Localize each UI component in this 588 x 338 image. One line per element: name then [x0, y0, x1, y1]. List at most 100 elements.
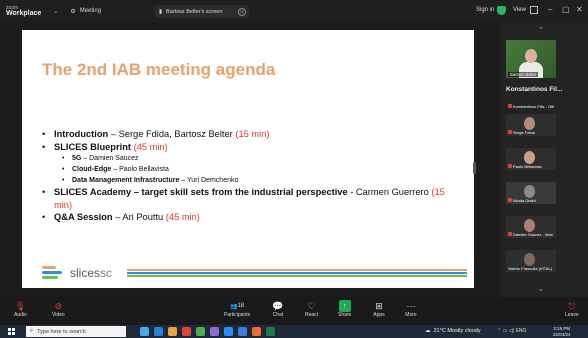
chevron-down-icon[interactable]: ⌄	[538, 285, 544, 293]
close-icon[interactable]: ✕	[576, 5, 583, 14]
leave-icon: ⎋	[568, 300, 576, 311]
agenda-item-title: Introduction	[54, 129, 109, 139]
video-panel: ⌃ Bartosz Belter Konstantinos Fil... Kon…	[500, 22, 588, 297]
agenda-item-title: SLICES Blueprint	[54, 141, 131, 152]
subitem-speaker: – Paolo Bellavista	[111, 166, 169, 173]
video-button[interactable]: ⊘ Video	[52, 300, 65, 319]
taskbar-search[interactable]: ⌕ Type here to search	[26, 326, 126, 337]
chevron-up-icon[interactable]: ⌃	[538, 26, 544, 34]
view-menu[interactable]: View	[513, 7, 526, 13]
clock-date: 22/04/24	[553, 331, 571, 337]
chat-button[interactable]: 💬 Chat	[272, 300, 284, 319]
file-explorer-icon[interactable]	[168, 327, 177, 336]
chevron-down-icon[interactable]: ⌄	[53, 8, 58, 15]
share-screen-icon: ▮	[159, 8, 163, 15]
system-tray[interactable]: ⌃ ▭ ◁) ENG	[497, 328, 526, 334]
windows-start-icon[interactable]	[8, 328, 15, 335]
participants-label: Participants	[224, 312, 251, 318]
slices-mark-icon	[42, 265, 64, 281]
participant-label: Nicola Orsini	[513, 198, 536, 203]
slices-brand-text: slicessc	[70, 266, 112, 280]
active-speaker-name: Konstantinos Fil...	[506, 86, 563, 93]
participant-name: Damien Saucez - Inria	[508, 232, 553, 237]
mic-muted-icon	[508, 198, 512, 202]
audio-button[interactable]: 🎙 Audio	[14, 300, 27, 319]
cloud-icon: ☁	[425, 328, 431, 334]
participant-name: Konstantinos Filis - Offi	[508, 104, 554, 109]
participant-name: Valerio Frascolla (VITAL)	[508, 266, 552, 271]
shared-screen-area: The 2nd IAB meeting agenda Introduction …	[0, 22, 500, 297]
panel-resize-handle[interactable]	[473, 162, 476, 174]
agenda-item: SLICES Blueprint (45 min)	[42, 141, 462, 154]
slide-title: The 2nd IAB meeting agenda	[42, 60, 276, 79]
brand-stripes	[127, 269, 467, 278]
agenda-item: Introduction – Serge Fdida, Bartosz Belt…	[42, 128, 462, 141]
zoom-taskbar-icon[interactable]	[224, 327, 233, 336]
agenda-item-speakers: – Ari Pouttu	[112, 212, 166, 222]
view-grid-icon[interactable]	[530, 6, 538, 14]
presentation-slide: The 2nd IAB meeting agenda Introduction …	[22, 30, 474, 288]
weather-widget[interactable]: ☁ 21°C Mostly cloudy	[425, 328, 481, 334]
react-button[interactable]: ♡ React	[305, 300, 318, 319]
logo-line2: Workplace	[6, 10, 42, 17]
participant-tile[interactable]: Valerio Frascolla (VITAL)	[506, 250, 556, 272]
self-name-label: Bartosz Belter	[508, 72, 539, 77]
brand-name: slices	[70, 266, 101, 280]
participant-tile[interactable]: Paolo Bellavista	[506, 148, 556, 170]
participant-label: Valerio Frascolla (VITAL)	[508, 266, 553, 271]
more-button[interactable]: ⋯ More	[405, 300, 417, 319]
mic-muted-icon	[508, 164, 512, 168]
video-off-icon: ⊘	[54, 300, 63, 311]
zoom-window: zoom Workplace ⌄ ⚙ Meeting ▮ Bartosz Bel…	[0, 0, 588, 338]
participant-tile[interactable]: Nicola Orsini	[506, 182, 556, 204]
chrome-icon[interactable]	[196, 327, 205, 336]
powerpoint-icon[interactable]	[252, 327, 261, 336]
agenda-item: SLICES Academy – target skill sets from …	[42, 186, 462, 211]
minimize-icon[interactable]: –	[548, 5, 552, 14]
video-label: Video	[52, 312, 65, 318]
outlook-icon[interactable]	[238, 327, 247, 336]
share-label: Bartosz Belter's screen	[166, 8, 223, 15]
agenda-item-title: Q&A Session	[54, 212, 113, 222]
self-video-tile[interactable]: Bartosz Belter	[506, 40, 556, 78]
excel-icon[interactable]	[266, 327, 275, 336]
agenda-item-speakers: – Serge Fdida, Bartosz Belter	[108, 129, 236, 139]
firefox-icon[interactable]	[182, 327, 191, 336]
windows-taskbar: ⌕ Type here to search ☁ 21°C Mostly clou…	[0, 325, 588, 338]
taskbar-clock[interactable]: 3:15 PM 22/04/24	[553, 326, 571, 337]
participant-video	[524, 117, 535, 130]
task-view-icon[interactable]	[140, 327, 149, 336]
search-placeholder: Type here to search	[37, 328, 86, 335]
agenda-item-time: (45 min)	[165, 212, 200, 222]
signin-link[interactable]: Sign in	[476, 7, 494, 13]
agenda-subitem: Data Management Infrastructure – Yuri De…	[42, 175, 462, 186]
agenda-item-time: (45 min)	[133, 141, 168, 152]
share-button[interactable]: ↑ Share	[338, 300, 351, 318]
participant-tile[interactable]: Konstantinos Filis - Offi	[506, 98, 556, 110]
teams-icon[interactable]	[210, 327, 219, 336]
subitem-speaker: – Yuri Demchenko	[179, 177, 239, 184]
agenda-item-speakers: - Carmen Guerrero	[347, 187, 432, 197]
participant-video	[524, 219, 535, 232]
participant-name: Nicola Orsini	[508, 198, 536, 203]
leave-button[interactable]: ⎋ Leave	[565, 300, 579, 319]
agenda-item: Q&A Session – Ari Pouttu (45 min)	[42, 211, 462, 224]
participant-video	[524, 151, 535, 164]
apps-icon: ⊞	[375, 300, 383, 311]
participants-button[interactable]: 👥 18 Participants	[224, 300, 250, 318]
leave-label: Leave	[565, 312, 579, 318]
clock-time: 3:15 PM	[553, 326, 571, 331]
maximize-icon[interactable]: ▢	[562, 5, 570, 14]
agenda-item-title: SLICES Academy – target skill sets from …	[54, 187, 348, 197]
screen-share-indicator[interactable]: ▮ Bartosz Belter's screen ⊙	[155, 5, 249, 18]
agenda-subitem: 5G – Damien Saucez	[42, 153, 462, 164]
apps-button[interactable]: ⊞ Apps	[373, 300, 385, 319]
title-bar: zoom Workplace ⌄ ⚙ Meeting ▮ Bartosz Bel…	[0, 0, 588, 22]
meeting-menu[interactable]: ⚙ Meeting	[70, 8, 101, 15]
edge-icon[interactable]	[154, 327, 163, 336]
participant-tile[interactable]: Damien Saucez - Inria	[506, 216, 556, 238]
stop-view-icon[interactable]: ⊙	[238, 7, 246, 16]
participant-tile[interactable]: Serge Fdida	[506, 114, 556, 136]
mic-muted-icon	[508, 130, 512, 134]
security-shield-icon[interactable]	[497, 6, 506, 15]
